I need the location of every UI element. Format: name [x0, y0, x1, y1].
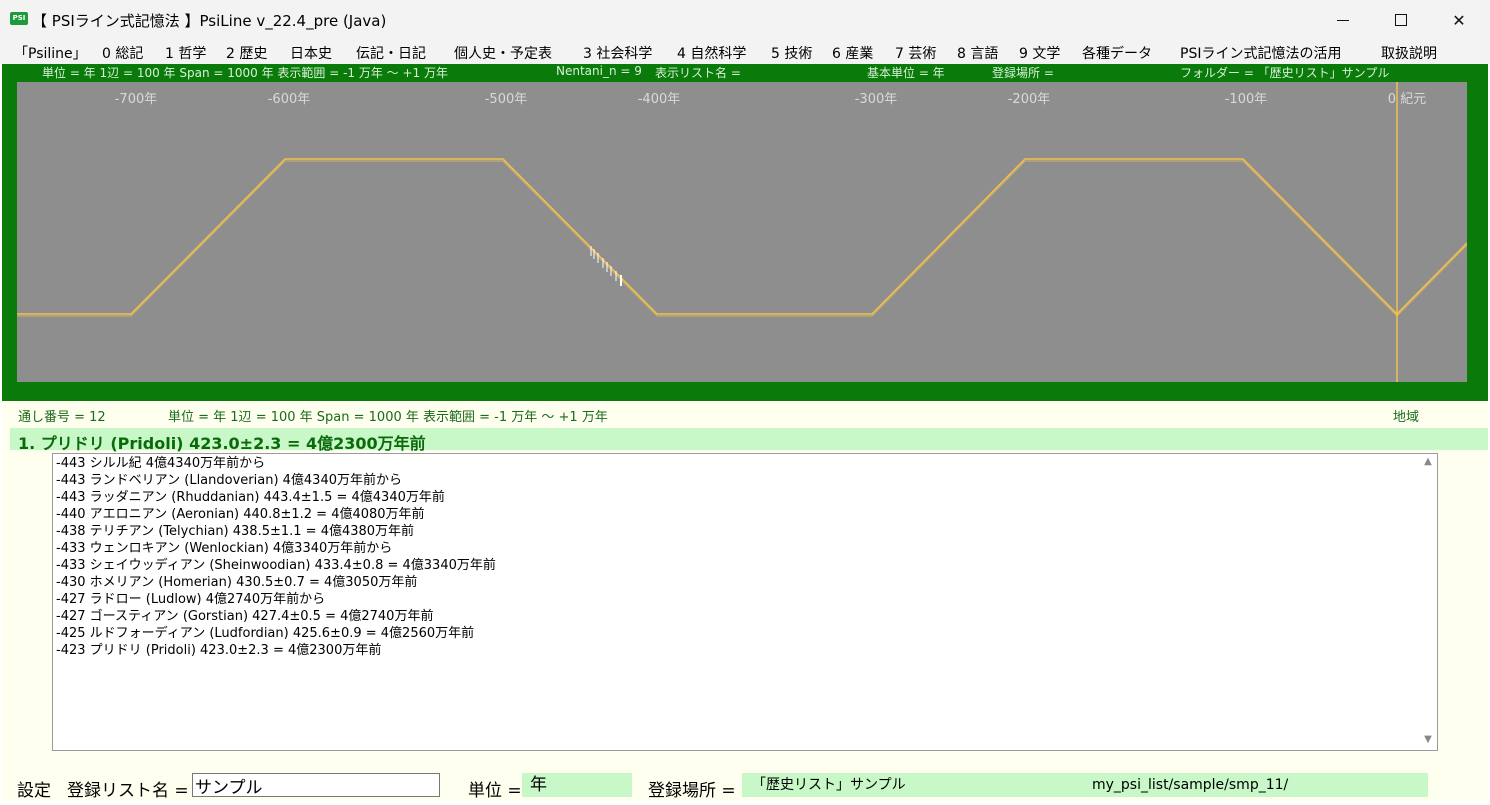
settings-button[interactable]: 設定	[17, 776, 51, 801]
unit-label: 単位 =	[468, 781, 522, 801]
list-item[interactable]: -443 ラッダニアン (Rhuddanian) 443.4±1.5 = 4億4…	[56, 489, 445, 506]
menu-philosophy[interactable]: 1 哲学	[165, 43, 206, 63]
location-path: my_psi_list/sample/smp_11/	[1082, 773, 1428, 797]
list-item[interactable]: -425 ルドフォーディアン (Ludfordian) 425.6±0.9 = …	[56, 625, 474, 642]
maximize-button[interactable]	[1372, 0, 1430, 40]
title-bar: PSI 【 PSIライン式記憶法 】PsiLine v_22.4_pre (Ja…	[0, 0, 1490, 40]
menu-japanese-history[interactable]: 日本史	[290, 43, 332, 63]
maximize-icon	[1395, 14, 1407, 26]
list-item[interactable]: -443 ランドベリアン (Llandoverian) 4億4340万年前から	[56, 472, 402, 489]
scroll-up-icon[interactable]: ▲	[1420, 456, 1436, 467]
list-item[interactable]: -443 シルル紀 4億4340万年前から	[56, 455, 265, 472]
menu-technology[interactable]: 5 技術	[771, 43, 812, 63]
list-item[interactable]: -433 シェイウッディアン (Sheinwoodian) 433.4±0.8 …	[56, 557, 496, 574]
menu-biography[interactable]: 伝記・日記	[356, 43, 426, 63]
menu-manual[interactable]: 取扱説明	[1381, 43, 1437, 63]
menu-bar: 「Psiline」 0 総記 1 哲学 2 歴史 日本史 伝記・日記 個人史・予…	[0, 40, 1490, 64]
timeline-folder: フォルダー = 「歴史リスト」サンプル	[1180, 66, 1390, 80]
region-label: 地域	[1393, 410, 1420, 425]
menu-psiline[interactable]: 「Psiline」	[14, 43, 87, 63]
timeline-base-unit: 基本単位 = 年	[867, 66, 945, 80]
scroll-down-icon[interactable]: ▼	[1420, 734, 1436, 745]
menu-social-science[interactable]: 3 社会科学	[583, 43, 652, 63]
list-name-label: 登録リスト名 =	[67, 781, 189, 801]
unit-value: 年	[522, 773, 632, 797]
timeline-nentani: Nentani_n = 9	[556, 64, 642, 78]
minimize-button[interactable]	[1314, 0, 1372, 40]
list-item[interactable]: -423 プリドリ (Pridoli) 423.0±2.3 = 4億2300万年…	[56, 642, 381, 659]
psi-line-echo	[17, 160, 1467, 317]
menu-data[interactable]: 各種データ	[1082, 43, 1152, 63]
list-item[interactable]: -440 アエロニアン (Aeronian) 440.8±1.2 = 4億408…	[56, 506, 425, 523]
psi-line	[17, 158, 1467, 316]
event-list[interactable]: -443 シルル紀 4億4340万年前から -443 ランドベリアン (Llan…	[52, 453, 1438, 751]
list-item[interactable]: -438 テリチアン (Telychian) 438.5±1.1 = 4億438…	[56, 523, 414, 540]
menu-history[interactable]: 2 歴史	[226, 43, 267, 63]
location-value: 「歴史リスト」サンプル	[742, 773, 1082, 797]
menu-natural-science[interactable]: 4 自然科学	[677, 43, 746, 63]
list-item[interactable]: -433 ウェンロキアン (Wenlockian) 4億3340万年前から	[56, 540, 392, 557]
list-item[interactable]: -427 ゴースティアン (Gorstian) 427.4±0.5 = 4億27…	[56, 608, 433, 625]
timeline-canvas[interactable]: -700年 -600年 -500年 -400年 -300年 -200年 -100…	[17, 82, 1467, 382]
selected-item-text: 1. プリドリ (Pridoli) 423.0±2.3 = 4億2300万年前	[18, 434, 426, 453]
list-name-input[interactable]	[192, 773, 440, 797]
menu-arts[interactable]: 7 芸術	[895, 43, 936, 63]
menu-usage[interactable]: PSIライン式記憶法の活用	[1180, 43, 1341, 63]
app-logo-icon: PSI	[10, 12, 28, 25]
status-unit-span: 単位 = 年 1辺 = 100 年 Span = 1000 年 表示範囲 = -…	[168, 410, 608, 425]
menu-industry[interactable]: 6 産業	[832, 43, 873, 63]
list-item[interactable]: -430 ホメリアン (Homerian) 430.5±0.7 = 4億3050…	[56, 574, 417, 591]
list-item[interactable]: -427 ラドロー (Ludlow) 4億2740万年前から	[56, 591, 325, 608]
location-label: 登録場所 =	[648, 781, 736, 801]
close-icon: ✕	[1452, 10, 1466, 30]
window-title: 【 PSIライン式記憶法 】PsiLine v_22.4_pre (Java)	[32, 12, 387, 30]
menu-general[interactable]: 0 総記	[102, 43, 143, 63]
menu-language[interactable]: 8 言語	[957, 43, 998, 63]
serial-number: 通し番号 = 12	[18, 410, 106, 425]
close-button[interactable]: ✕	[1430, 0, 1488, 40]
psi-line-graph	[17, 82, 1467, 382]
menu-literature[interactable]: 9 文学	[1019, 43, 1060, 63]
timeline-list-name: 表示リスト名 =	[655, 66, 741, 80]
timeline-location: 登録場所 =	[992, 66, 1054, 80]
minimize-icon	[1337, 19, 1349, 21]
menu-personal-history[interactable]: 個人史・予定表	[454, 43, 552, 63]
timeline-unit-span: 単位 = 年 1辺 = 100 年 Span = 1000 年 表示範囲 = -…	[42, 66, 448, 80]
